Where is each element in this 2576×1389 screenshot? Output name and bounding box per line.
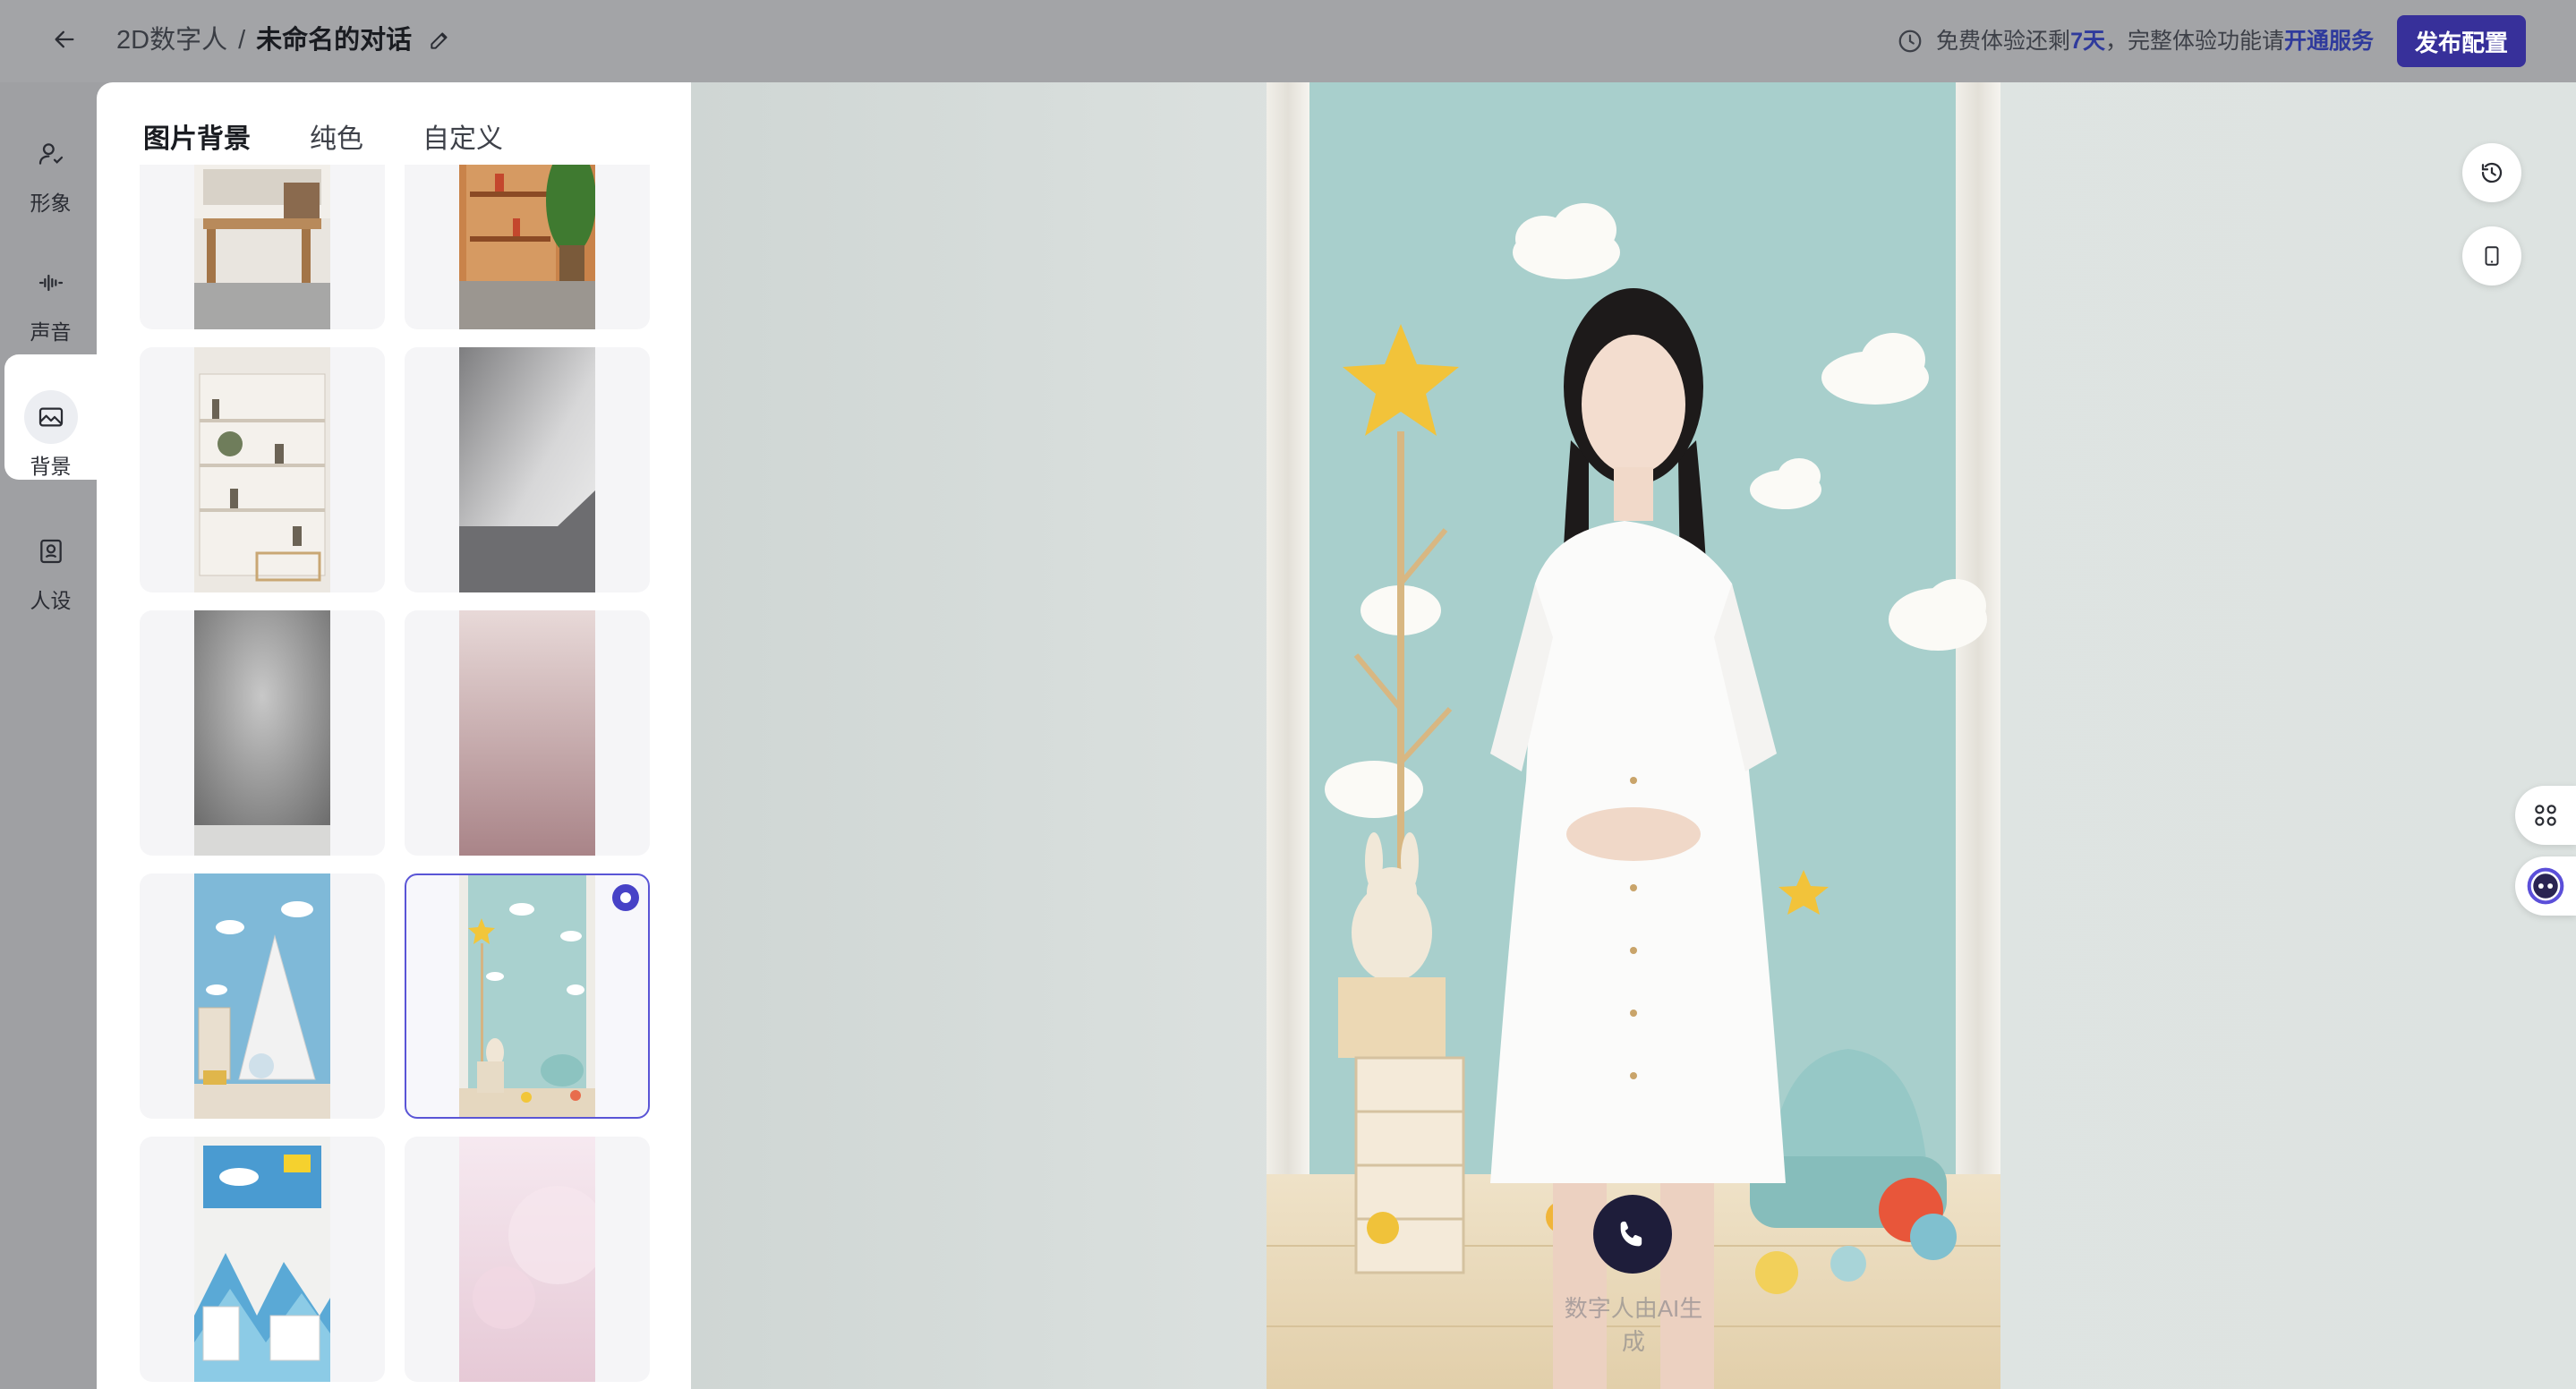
trial-middle: ，完整体验功能请 xyxy=(2104,29,2284,54)
pink-bokeh-thumbnail xyxy=(459,1137,595,1382)
history-button[interactable] xyxy=(2462,143,2521,202)
background-card-bookshelf-plant[interactable] xyxy=(405,165,650,329)
history-icon xyxy=(1895,26,1925,56)
grey-gradient-fold-thumbnail xyxy=(459,347,595,592)
sidebar: 形象 声音 背景 人设 xyxy=(0,82,97,1389)
back-button[interactable] xyxy=(45,20,84,59)
call-button[interactable] xyxy=(1593,1195,1672,1274)
sidebar-item-label: 形象 xyxy=(30,192,72,215)
sidebar-item-background[interactable]: 背景 xyxy=(4,354,97,480)
kids-mountain-room-thumbnail xyxy=(194,1137,330,1382)
trial-days: 7天 xyxy=(2070,29,2105,54)
open-service-link[interactable]: 开通服务 xyxy=(2284,25,2374,57)
tab-solid-color[interactable]: 纯色 xyxy=(310,116,363,156)
grey-studio-thumbnail xyxy=(194,610,330,856)
phone-call-icon xyxy=(1620,1221,1642,1247)
background-tabs: 图片背景 纯色 自定义 xyxy=(143,116,503,156)
person-icon xyxy=(24,127,78,181)
background-card-pink-bokeh[interactable] xyxy=(405,1137,650,1382)
publish-config-button[interactable]: 发布配置 xyxy=(2397,15,2526,67)
top-bar: 2D数字人 / 未命名的对话 免费体验还剩 7天 ，完整体验功能请 开通服务 发… xyxy=(0,0,2576,82)
trial-notice: 免费体验还剩 7天 ，完整体验功能请 开通服务 xyxy=(1895,25,2374,57)
mobile-view-button[interactable] xyxy=(2462,226,2521,285)
selected-radio-indicator xyxy=(612,884,639,911)
pink-gradient-thumbnail xyxy=(459,610,595,856)
persona-icon xyxy=(24,524,78,578)
background-panel: 图片背景 纯色 自定义 xyxy=(97,82,691,1389)
background-card-white-bookshelf[interactable] xyxy=(140,347,385,592)
breadcrumb-parent[interactable]: 2D数字人 xyxy=(116,22,227,58)
assistant-bot-button[interactable] xyxy=(2515,856,2576,916)
background-card-kids-mint-room[interactable] xyxy=(405,873,650,1119)
sidebar-item-avatar[interactable]: 形象 xyxy=(4,91,97,217)
background-card-kids-mountain-room[interactable] xyxy=(140,1137,385,1382)
tab-image-background[interactable]: 图片背景 xyxy=(143,116,251,156)
tab-custom[interactable]: 自定义 xyxy=(422,116,503,156)
background-card-grey-studio[interactable] xyxy=(140,610,385,856)
background-card-pink-gradient[interactable] xyxy=(405,610,650,856)
sidebar-item-label: 人设 xyxy=(30,589,72,612)
home-office-thumbnail xyxy=(194,165,330,329)
apps-grid-icon xyxy=(2535,805,2556,826)
background-card-home-office[interactable] xyxy=(140,165,385,329)
arrow-left-icon xyxy=(55,30,74,48)
history-icon xyxy=(2481,162,2503,183)
preview-area: 数字人由AI生成 xyxy=(691,82,2576,1389)
white-bookshelf-thumbnail xyxy=(194,347,330,592)
sidebar-item-voice[interactable]: 声音 xyxy=(4,220,97,345)
sidebar-item-persona[interactable]: 人设 xyxy=(4,489,97,614)
bookshelf-plant-thumbnail xyxy=(459,165,595,329)
breadcrumb: 2D数字人 / 未命名的对话 xyxy=(116,22,453,58)
sidebar-item-label: 声音 xyxy=(30,320,72,344)
digital-human-preview xyxy=(1267,82,2000,1389)
background-card-grey-gradient-fold[interactable] xyxy=(405,347,650,592)
background-card-kids-tent-room[interactable] xyxy=(140,873,385,1119)
waveform-icon xyxy=(24,256,78,310)
kids-mint-room-thumbnail xyxy=(459,875,595,1117)
background-grid xyxy=(140,165,659,1389)
sidebar-item-label: 背景 xyxy=(30,455,72,478)
edit-title-button[interactable] xyxy=(426,27,453,54)
trial-prefix: 免费体验还剩 xyxy=(1936,29,2071,54)
bot-face-icon xyxy=(2527,867,2564,905)
kids-tent-room-thumbnail xyxy=(194,873,330,1119)
image-icon xyxy=(23,390,78,444)
pencil-icon xyxy=(431,32,448,49)
page-title: 未命名的对话 xyxy=(256,26,413,55)
breadcrumb-separator: / xyxy=(238,26,246,55)
phone-icon xyxy=(2485,246,2499,266)
apps-tool-button[interactable] xyxy=(2515,786,2576,845)
ai-generated-notice: 数字人由AI生成 xyxy=(1564,1295,1703,1355)
